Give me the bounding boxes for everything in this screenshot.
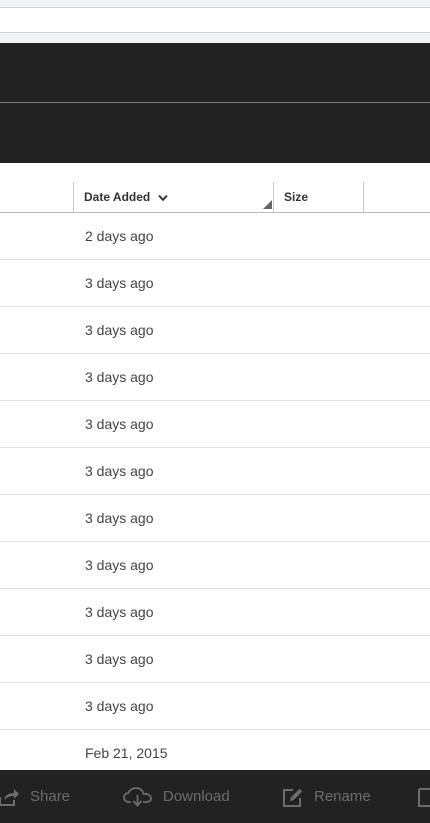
table-row[interactable]: 3 days ago [0,354,430,401]
rename-button[interactable]: Rename [282,770,371,823]
column-separator[interactable] [73,182,74,212]
resize-grip-icon[interactable] [263,200,272,209]
date-added-cell: 3 days ago [85,651,154,667]
column-header-size-label: Size [284,190,309,204]
date-added-cell: 3 days ago [85,604,154,620]
table-row[interactable]: 3 days ago [0,542,430,589]
date-added-cell: 3 days ago [85,510,154,526]
date-added-cell: 3 days ago [85,369,154,385]
cloud-download-icon [123,786,152,807]
table-row[interactable]: 3 days ago [0,495,430,542]
column-header-date-label: Date Added [84,190,151,204]
column-separator[interactable] [363,182,364,212]
date-added-cell: 2 days ago [85,228,154,244]
document-icon [418,787,430,807]
column-header-date-added[interactable]: Date Added [84,182,168,212]
rename-label: Rename [314,788,371,805]
browser-toolbar [0,0,430,43]
app-header [0,43,430,163]
table-header: Date Added Size [0,182,430,213]
download-button[interactable]: Download [123,770,230,823]
table-row[interactable]: 3 days ago [0,589,430,636]
share-label: Share [30,788,71,805]
date-added-cell: 3 days ago [85,557,154,573]
date-added-cell: 3 days ago [85,463,154,479]
column-separator[interactable] [273,182,274,212]
date-added-cell: 3 days ago [85,416,154,432]
table-row[interactable]: 3 days ago [0,683,430,730]
date-added-cell: 3 days ago [85,698,154,714]
edit-icon [283,788,303,807]
column-header-size[interactable]: Size [284,182,308,212]
table-row[interactable]: 3 days ago [0,307,430,354]
file-list: 2 days ago 3 days ago 3 days ago 3 days … [0,213,430,777]
share-button[interactable]: Share [0,770,70,823]
header-divider [0,102,430,103]
chevron-down-icon [157,183,168,213]
address-bar[interactable] [0,7,430,33]
download-label: Download [163,788,230,805]
table-row[interactable]: 3 days ago [0,448,430,495]
app-page: Date Added Size 2 days ago 3 days ago 3 … [0,0,430,823]
more-action-button[interactable] [418,770,430,823]
date-added-cell: 3 days ago [85,275,154,291]
table-row[interactable]: 3 days ago [0,401,430,448]
table-row[interactable]: 3 days ago [0,260,430,307]
table-row[interactable]: 2 days ago [0,213,430,260]
share-icon [0,788,19,806]
table-row[interactable]: 3 days ago [0,636,430,683]
date-added-cell: 3 days ago [85,322,154,338]
action-bar: Share Download Rename [0,770,430,823]
